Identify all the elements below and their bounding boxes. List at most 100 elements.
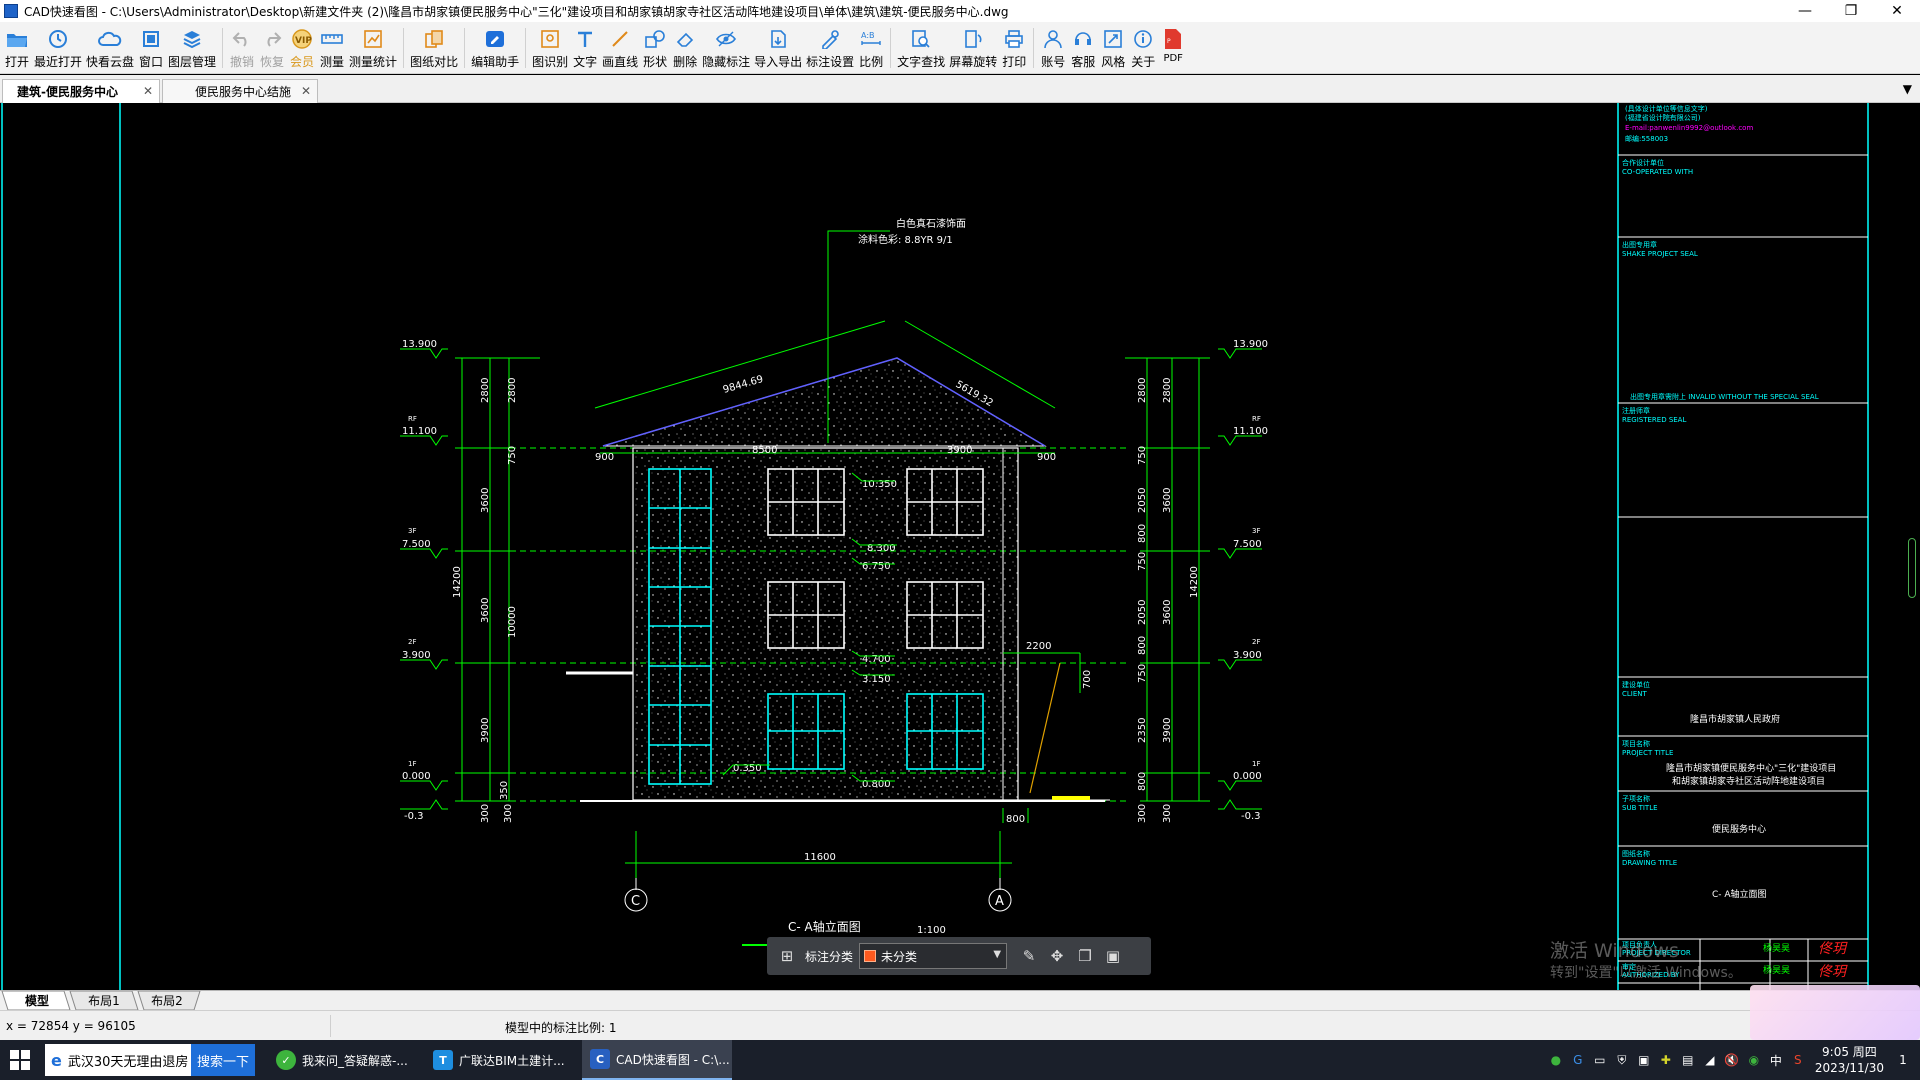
tb-reg-label: 注册师章 — [1622, 406, 1650, 415]
edit-icon[interactable]: ✎ — [1015, 942, 1043, 970]
doc-tab-architecture[interactable]: 建筑-便民服务中心 ✕ — [2, 79, 160, 103]
document-tabbar: 建筑-便民服务中心 ✕ 便民服务中心结施 ✕ ▼ — [0, 75, 1920, 103]
taskbar-app-glodon[interactable]: T 广联达BIM土建计... — [425, 1040, 575, 1080]
close-button[interactable]: ✕ — [1874, 0, 1920, 22]
clock[interactable]: 9:05 周四 2023/11/30 — [1815, 1044, 1884, 1076]
category-color-swatch — [864, 950, 877, 962]
hide-annotation-button[interactable]: 隐藏标注 — [702, 22, 750, 74]
eraser-icon — [672, 28, 698, 50]
scale-icon: A:B — [858, 28, 884, 50]
network-icon[interactable]: ◢ — [1699, 1049, 1721, 1071]
right-level-name-2: RF — [1252, 415, 1261, 423]
notification-icon[interactable]: 1 — [1892, 1049, 1914, 1071]
tray-icon-7[interactable]: ▤ — [1677, 1049, 1699, 1071]
move-icon[interactable]: ✥ — [1043, 942, 1071, 970]
left-level-value-2: 11.100 — [402, 426, 437, 437]
left-level-name-5: 1F — [408, 760, 416, 768]
scale-button[interactable]: A:B 比例 — [858, 22, 884, 74]
redo-button[interactable]: 恢复 — [259, 22, 285, 74]
paste-icon[interactable]: ▣ — [1099, 942, 1127, 970]
open-button[interactable]: 打开 — [4, 22, 30, 74]
import-export-icon — [765, 28, 791, 50]
support-icon — [1070, 28, 1096, 50]
vip-button[interactable]: VIP 会员 — [289, 22, 315, 74]
shape-button[interactable]: 形状 — [642, 22, 668, 74]
inner-level-3: 6.750 — [862, 561, 891, 572]
text-button[interactable]: 文字 — [572, 22, 598, 74]
minimize-button[interactable]: — — [1782, 0, 1828, 22]
text-search-button[interactable]: 文字查找 — [897, 22, 945, 74]
tray-icon-3[interactable]: ▭ — [1589, 1049, 1611, 1071]
cloud-button[interactable]: 快看云盘 — [86, 22, 134, 74]
taskbar-app-cad[interactable]: C CAD快速看图 - C:\... — [582, 1040, 732, 1080]
account-button[interactable]: 账号 — [1040, 22, 1066, 74]
doc-tab-structure[interactable]: 便民服务中心结施 ✕ — [162, 79, 318, 103]
tb-client-label: 建设单位 — [1622, 680, 1650, 689]
left-dim-a4: 3900 — [480, 718, 491, 743]
svg-text:佟玥: 佟玥 — [1818, 964, 1848, 980]
right-dim-a5: 750 — [1137, 552, 1148, 571]
copy-icon[interactable]: ❐ — [1071, 942, 1099, 970]
right-level-value-2: 11.100 — [1233, 426, 1268, 437]
grid-icon[interactable]: ⊞ — [773, 942, 801, 970]
tb-drawing-label-en: DRAWING TITLE — [1622, 859, 1677, 867]
ime-indicator[interactable]: 中 — [1765, 1049, 1787, 1071]
volume-mute-icon[interactable]: 🔇 — [1721, 1049, 1743, 1071]
window-button[interactable]: 窗口 — [138, 22, 164, 74]
wechat-tray-icon[interactable]: ● — [1545, 1049, 1567, 1071]
drawing-scale: 1:100 — [917, 925, 946, 936]
delete-button[interactable]: 删除 — [672, 22, 698, 74]
layout-tab-1[interactable]: 布局1 — [78, 991, 130, 1010]
layout-tab-model[interactable]: 模型 — [12, 991, 62, 1010]
tray-icon-6[interactable]: ✚ — [1655, 1049, 1677, 1071]
layers-button[interactable]: 图层管理 — [168, 22, 216, 74]
about-button[interactable]: 关于 — [1130, 22, 1156, 74]
right-level-name-5: 1F — [1252, 760, 1260, 768]
windows-start-icon[interactable] — [10, 1050, 30, 1070]
tb-seal-label-en: SHAKE PROJECT SEAL — [1622, 250, 1698, 258]
maximize-button[interactable]: ❐ — [1828, 0, 1874, 22]
style-button[interactable]: 风格 — [1100, 22, 1126, 74]
vertical-scroll-indicator[interactable] — [1908, 538, 1916, 598]
search-button[interactable]: 搜索一下 — [190, 1044, 255, 1076]
chrome-tray-icon[interactable]: G — [1567, 1049, 1589, 1071]
tb-project-label: 项目名称 — [1622, 739, 1650, 748]
pdf-button[interactable]: P PDF — [1160, 22, 1186, 74]
undo-button[interactable]: 撤销 — [229, 22, 255, 74]
sogou-icon[interactable]: S — [1787, 1049, 1809, 1071]
annotation-category-select[interactable]: 未分类 ▼ — [859, 943, 1008, 969]
open-folder-icon — [4, 28, 30, 50]
left-bottom-dim-1: 300 — [480, 804, 491, 823]
tb-sub-label: 子项名称 — [1622, 794, 1650, 803]
edit-assistant-button[interactable]: 编辑助手 — [471, 22, 519, 74]
compare-icon — [421, 28, 447, 50]
support-button[interactable]: 客服 — [1070, 22, 1096, 74]
security-tray-icon[interactable]: ⛨ — [1611, 1049, 1633, 1071]
wechat-icon[interactable]: ◉ — [1743, 1049, 1765, 1071]
right-dim-b1: 2800 — [1162, 378, 1173, 403]
close-tab-icon[interactable]: ✕ — [301, 84, 311, 98]
layout-tabbar: 模型 布局1 布局2 — [0, 990, 1920, 1011]
recognize-button[interactable]: 图识别 — [532, 22, 568, 74]
line-icon — [607, 28, 633, 50]
compare-button[interactable]: 图纸对比 — [410, 22, 458, 74]
svg-text:VIP: VIP — [295, 36, 312, 46]
measure-button[interactable]: 测量 — [319, 22, 345, 74]
drawing-canvas[interactable]: (具体设计单位等信息文字) (福建省设计院有限公司) E-mail:panwen… — [0, 103, 1920, 990]
tray-icon-5[interactable]: ▣ — [1633, 1049, 1655, 1071]
tab-list-chevron-icon[interactable]: ▼ — [1903, 82, 1912, 96]
close-tab-icon[interactable]: ✕ — [143, 84, 153, 98]
import-export-button[interactable]: 导入导出 — [754, 22, 802, 74]
annotation-settings-button[interactable]: 标注设置 — [806, 22, 854, 74]
recent-button[interactable]: 最近打开 — [34, 22, 82, 74]
taskbar-search-box[interactable]: e 武汉30天无理由退房 搜索一下 — [45, 1044, 255, 1076]
taskbar-app-browser[interactable]: ✓ 我来问_答疑解惑-... — [268, 1040, 418, 1080]
line-button[interactable]: 画直线 — [602, 22, 638, 74]
layout-tab-2[interactable]: 布局2 — [142, 991, 192, 1010]
right-dim-b3: 3600 — [1162, 600, 1173, 625]
measure-stats-button[interactable]: 测量统计 — [349, 22, 397, 74]
print-button[interactable]: 打印 — [1001, 22, 1027, 74]
left-dim-a2: 3600 — [480, 488, 491, 513]
rotate-screen-button[interactable]: 屏幕旋转 — [949, 22, 997, 74]
tb-sign-1: 杨昊昊 — [1763, 942, 1790, 954]
